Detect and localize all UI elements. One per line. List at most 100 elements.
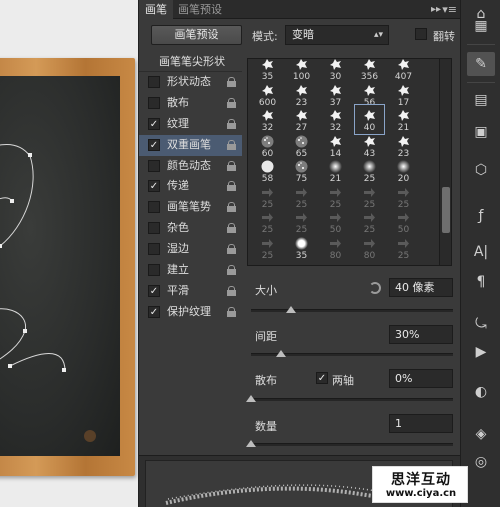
brush-option-item[interactable]: 散布 bbox=[139, 93, 242, 114]
brush-tip-cell[interactable]: 80 bbox=[320, 232, 351, 263]
spacing-slider-thumb[interactable] bbox=[276, 350, 287, 357]
count-field[interactable]: 1 bbox=[389, 414, 453, 433]
count-slider-track[interactable] bbox=[251, 443, 453, 446]
lock-icon[interactable] bbox=[227, 139, 236, 150]
brush-tip-icon bbox=[262, 59, 273, 70]
brush-size-number: 25 bbox=[261, 250, 274, 261]
brush-tip-icon bbox=[296, 84, 307, 96]
brush-tip-shape-item[interactable]: 画笔笔尖形状 bbox=[139, 52, 242, 72]
option-checkbox[interactable] bbox=[148, 201, 160, 214]
brush-option-item[interactable]: ✓ 双重画笔 bbox=[139, 134, 242, 156]
brush-option-item[interactable]: ✓ 传递 bbox=[139, 176, 242, 197]
size-slider-thumb[interactable] bbox=[286, 306, 297, 313]
play-icon[interactable]: ▶ bbox=[467, 340, 495, 364]
reset-size-icon[interactable] bbox=[369, 282, 381, 294]
spacing-label: 间距 bbox=[255, 330, 277, 343]
option-checkbox[interactable] bbox=[148, 222, 160, 235]
adjustments-icon[interactable]: ◐ bbox=[467, 380, 495, 404]
lock-icon[interactable] bbox=[227, 160, 236, 171]
option-checkbox[interactable] bbox=[148, 76, 160, 88]
brush-presets-button[interactable]: 画笔预设 bbox=[151, 25, 242, 45]
brush-tip-icon bbox=[296, 213, 307, 222]
brush-grid-scrollbar[interactable] bbox=[439, 58, 452, 266]
lock-icon[interactable] bbox=[227, 223, 236, 234]
lock-icon[interactable] bbox=[227, 97, 236, 108]
brush-size-number: 80 bbox=[363, 250, 376, 261]
panel-menu-icon[interactable]: ▾≡ bbox=[442, 0, 457, 19]
tab-brush[interactable]: 画笔 bbox=[139, 0, 173, 19]
count-slider-thumb[interactable] bbox=[246, 440, 256, 447]
tool-presets-icon[interactable]: ⤿ bbox=[467, 312, 495, 336]
brush-tip-cell[interactable]: 25 bbox=[252, 232, 283, 263]
brush-tip-icon bbox=[364, 213, 375, 222]
brush-tip-icon bbox=[364, 187, 375, 197]
watermark-url: www.ciya.cn bbox=[385, 488, 457, 499]
scatter-field[interactable]: 0% bbox=[389, 369, 453, 388]
grid-icon[interactable]: ▦ bbox=[467, 14, 495, 38]
brush-tip-cell[interactable]: 25 bbox=[388, 232, 419, 263]
brush-tip-icon bbox=[296, 187, 307, 197]
option-checkbox[interactable] bbox=[148, 159, 160, 172]
brush-tip-icon bbox=[364, 110, 375, 121]
brush-size-number: 80 bbox=[329, 250, 342, 261]
character-icon[interactable]: A| bbox=[467, 240, 495, 264]
brush-option-item[interactable]: 形状动态 bbox=[139, 72, 242, 93]
option-label: 形状动态 bbox=[167, 75, 211, 88]
lock-icon[interactable] bbox=[227, 181, 236, 192]
document-canvas[interactable] bbox=[0, 0, 138, 507]
both-axes-checkbox[interactable]: ✓ bbox=[316, 372, 328, 384]
clone-source-icon[interactable]: ▣ bbox=[467, 120, 495, 144]
brush-tip-icon bbox=[397, 160, 410, 173]
brush-tip-cell[interactable]: 80 bbox=[354, 232, 385, 263]
option-checkbox[interactable] bbox=[148, 96, 160, 109]
brush-option-item[interactable]: 杂色 bbox=[139, 218, 242, 239]
lock-icon[interactable] bbox=[227, 244, 236, 255]
tab-brush-presets[interactable]: 画笔预设 bbox=[172, 0, 228, 19]
3d-cube-icon[interactable]: ⬡ bbox=[467, 158, 495, 182]
layers-icon[interactable]: ◈ bbox=[467, 422, 495, 446]
scatter-slider-thumb[interactable] bbox=[246, 395, 256, 402]
brush-tip-icon bbox=[295, 160, 308, 173]
brush-tip-grid[interactable]: 35 100 30 356 407 600 23 37 56 17 32 27 32 40 21 60 65 14… bbox=[247, 58, 444, 266]
lock-icon[interactable] bbox=[227, 306, 236, 317]
brush-option-item[interactable]: 湿边 bbox=[139, 239, 242, 260]
spacing-field[interactable]: 30% bbox=[389, 325, 453, 344]
option-checkbox[interactable]: ✓ bbox=[148, 305, 160, 318]
brush-panel-icon[interactable]: ✎ bbox=[467, 52, 495, 76]
brush-option-item[interactable]: ✓ 平滑 bbox=[139, 281, 242, 302]
brush-option-item[interactable]: 颜色动态 bbox=[139, 156, 242, 177]
size-slider-track[interactable] bbox=[251, 309, 453, 312]
panel-collapse-icon[interactable]: ▸▸ bbox=[431, 0, 441, 19]
brush-option-item[interactable]: 建立 bbox=[139, 260, 242, 281]
scatter-slider-track[interactable] bbox=[251, 398, 453, 401]
brush-option-item[interactable]: ✓ 纹理 bbox=[139, 114, 242, 135]
watermark-title: 思洋互动 bbox=[391, 472, 451, 488]
option-checkbox[interactable]: ✓ bbox=[148, 180, 160, 193]
brush-option-item[interactable]: 画笔笔势 bbox=[139, 197, 242, 218]
brush-tip-icon bbox=[262, 238, 273, 248]
swatches-icon[interactable]: ▤ bbox=[467, 88, 495, 112]
actions-icon[interactable]: ƒ bbox=[467, 204, 495, 228]
flip-checkbox[interactable] bbox=[415, 28, 427, 40]
lock-icon[interactable] bbox=[227, 77, 236, 87]
option-checkbox[interactable]: ✓ bbox=[148, 284, 160, 297]
paragraph-icon[interactable]: ¶ bbox=[467, 270, 495, 294]
option-label: 保护纹理 bbox=[167, 304, 211, 318]
option-checkbox[interactable] bbox=[148, 264, 160, 277]
lock-icon[interactable] bbox=[227, 285, 236, 296]
brush-panel: 画笔 画笔预设 ▸▸ ▾≡ 画笔预设 模式: 变暗 ▴▾ 翻转 画笔笔尖形状 形… bbox=[138, 0, 461, 507]
scrollbar-thumb[interactable] bbox=[442, 187, 450, 233]
brush-tip-cell[interactable]: 35 bbox=[286, 232, 317, 263]
mode-select[interactable]: 变暗 ▴▾ bbox=[285, 25, 389, 45]
brush-option-item[interactable]: ✓ 保护纹理 bbox=[139, 302, 242, 323]
lock-icon[interactable] bbox=[227, 265, 236, 276]
option-checkbox[interactable] bbox=[148, 243, 160, 256]
channels-icon[interactable]: ◎ bbox=[467, 450, 495, 474]
option-checkbox[interactable]: ✓ bbox=[148, 138, 160, 151]
size-field[interactable]: 40 像素 bbox=[389, 278, 453, 297]
lock-icon[interactable] bbox=[227, 202, 236, 213]
option-label: 画笔笔势 bbox=[167, 200, 211, 214]
option-checkbox[interactable]: ✓ bbox=[148, 117, 160, 130]
lock-icon[interactable] bbox=[227, 118, 236, 129]
brush-tip-icon bbox=[262, 84, 273, 96]
